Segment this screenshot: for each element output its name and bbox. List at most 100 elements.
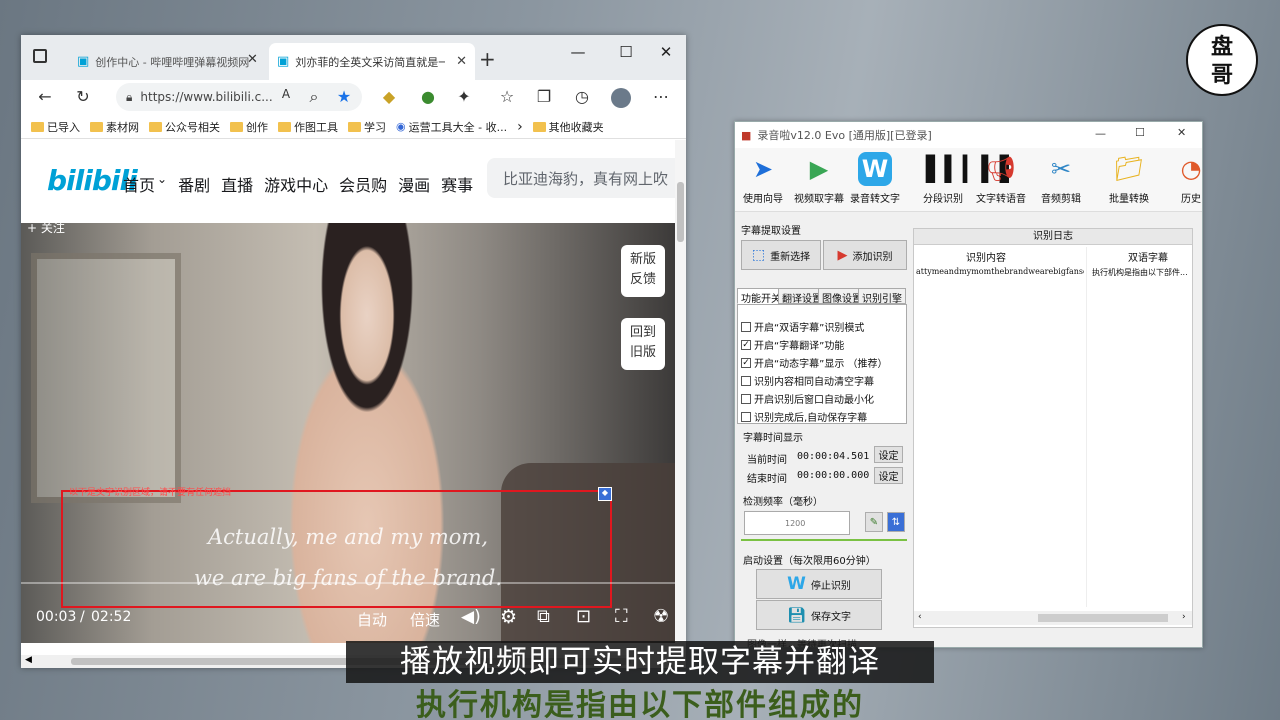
scroll-right-icon[interactable]: › bbox=[1182, 612, 1186, 622]
bookmark-create[interactable]: 创作 bbox=[230, 119, 268, 135]
tab-close-icon[interactable]: ✕ bbox=[456, 54, 467, 69]
frequency-input[interactable]: 1200 bbox=[744, 511, 850, 535]
save-text-button[interactable]: 💾︎ 保存文字 bbox=[756, 600, 882, 630]
read-aloud-icon[interactable]: A bbox=[275, 87, 297, 101]
fullscreen-icon[interactable]: ⛶ bbox=[615, 606, 628, 627]
url-field[interactable]: 🔒︎ https://www.bilibili.c... bbox=[116, 83, 362, 111]
tool-video-subtitle[interactable]: ▶ 视频取字幕 bbox=[791, 152, 847, 205]
zoom-icon[interactable]: ⌕ bbox=[303, 87, 325, 107]
close-button[interactable]: ✕ bbox=[651, 43, 681, 61]
bookmarks-overflow-icon[interactable]: › bbox=[517, 119, 523, 135]
back-to-old-version-button[interactable]: 回到 旧版 bbox=[621, 318, 665, 370]
option-checkbox[interactable]: 开启“双语字幕”识别模式 bbox=[741, 319, 864, 334]
new-version-feedback-button[interactable]: 新版 反馈 bbox=[621, 245, 665, 297]
tool-segment[interactable]: ▌▍▎▍▌ 分段识别 bbox=[915, 152, 1018, 205]
minimize-button[interactable]: — bbox=[563, 43, 593, 61]
checkbox-checked-icon[interactable]: ✓ bbox=[741, 357, 751, 368]
history-icon[interactable]: ◷ bbox=[571, 87, 593, 106]
tool-text-to-speech[interactable]: 📢︎ 文字转语音 bbox=[973, 152, 1029, 205]
option-checkbox[interactable]: ✓ 开启“字幕翻译”功能 bbox=[741, 337, 844, 352]
time-separator: / bbox=[80, 609, 85, 625]
nav-live[interactable]: 直播 bbox=[221, 172, 253, 196]
checkbox-empty-icon[interactable] bbox=[741, 375, 751, 386]
tab-video[interactable]: ▣ 刘亦菲的全英文采访简直就是一 ✕ bbox=[269, 43, 475, 80]
follow-button[interactable]: + 关注 bbox=[27, 219, 65, 236]
option-checkbox[interactable]: ✓ 开启“动态字幕”显示 （推荐） bbox=[741, 355, 888, 370]
back-icon[interactable]: ← bbox=[34, 87, 56, 106]
favorite-star-icon[interactable]: ★ bbox=[333, 87, 355, 106]
extension-icon[interactable]: ◆ bbox=[378, 87, 400, 106]
tab-creator-center[interactable]: ▣ 创作中心 - 哔哩哔哩弹幕视频网 bbox=[69, 43, 265, 80]
close-button[interactable]: ✕ bbox=[1177, 126, 1186, 139]
reselect-button[interactable]: ⬚ 重新选择 bbox=[741, 240, 821, 270]
settings-gear-icon[interactable]: ⚙ bbox=[500, 606, 517, 628]
tab-actions-icon[interactable] bbox=[33, 49, 47, 63]
column-header[interactable]: 识别内容 bbox=[966, 249, 1006, 264]
radiation-icon[interactable]: ☢ bbox=[653, 606, 669, 627]
tool-guide[interactable]: ➤ 使用向导 bbox=[735, 152, 791, 205]
stop-recognition-button[interactable]: W 停止识别 bbox=[756, 569, 882, 599]
widescreen-icon[interactable]: ⊡ bbox=[576, 606, 591, 627]
option-checkbox[interactable]: 开启识别后窗口自动最小化 bbox=[741, 391, 874, 406]
progress-bar[interactable] bbox=[21, 582, 675, 584]
bookmark-other[interactable]: 其他收藏夹 bbox=[532, 119, 604, 135]
column-header[interactable]: 双语字幕 bbox=[1128, 249, 1168, 264]
region-lock-icon[interactable]: ◆ bbox=[598, 487, 612, 501]
nav-home[interactable]: 首页 bbox=[123, 172, 155, 196]
pip-icon[interactable]: ⧉ bbox=[537, 606, 550, 627]
nav-manga[interactable]: 漫画 bbox=[398, 172, 430, 196]
tool-audio-to-text[interactable]: W 录音转文字 bbox=[847, 152, 903, 205]
tab-recognition-engine[interactable]: 识别引擎 bbox=[858, 288, 906, 305]
checkbox-checked-icon[interactable]: ✓ bbox=[741, 339, 751, 350]
ocr-region-frame[interactable] bbox=[61, 490, 612, 608]
bookmark-imported[interactable]: 已导入 bbox=[31, 119, 80, 135]
nav-mall[interactable]: 会员购 bbox=[339, 172, 387, 196]
edit-icon[interactable]: ✎ bbox=[865, 512, 883, 532]
bookmark-wechat[interactable]: 公众号相关 bbox=[149, 119, 220, 135]
collections-icon[interactable]: ❐ bbox=[533, 87, 555, 106]
scroll-left-icon[interactable]: ‹ bbox=[918, 612, 922, 622]
log-horizontal-scrollbar[interactable]: ‹ › bbox=[914, 611, 1192, 625]
extensions-puzzle-icon[interactable]: ✦ bbox=[453, 87, 475, 106]
checkbox-empty-icon[interactable] bbox=[741, 321, 751, 332]
bookmark-study[interactable]: 学习 bbox=[348, 119, 386, 135]
maximize-button[interactable]: ☐ bbox=[611, 43, 641, 61]
favorites-icon[interactable]: ☆ bbox=[496, 87, 518, 106]
scroll-thumb[interactable] bbox=[677, 182, 684, 242]
option-checkbox[interactable]: 识别完成后,自动保存字幕 bbox=[741, 409, 867, 424]
checkbox-empty-icon[interactable] bbox=[741, 393, 751, 404]
option-checkbox[interactable]: 识别内容相同自动清空字幕 bbox=[741, 373, 874, 388]
scroll-thumb[interactable] bbox=[1038, 614, 1168, 622]
speed-button[interactable]: 倍速 bbox=[410, 609, 440, 630]
new-tab-button[interactable]: + bbox=[479, 47, 496, 71]
set-end-time-button[interactable]: 设定 bbox=[874, 467, 903, 484]
tool-audio-cut[interactable]: ✂ 音频剪辑 bbox=[1033, 152, 1089, 205]
set-current-time-button[interactable]: 设定 bbox=[874, 446, 903, 463]
tool-history[interactable]: ◔ 历史 bbox=[1163, 152, 1202, 205]
site-search-input[interactable]: 比亚迪海豹，真有网上吹 bbox=[487, 158, 686, 198]
swap-icon[interactable]: ⇅ bbox=[887, 512, 905, 532]
video-player[interactable]: + 关注 新版 反馈 回到 旧版 以下是文字识别区域，请不要有任何遮挡 ◆ Ac… bbox=[21, 221, 675, 643]
nav-anime[interactable]: 番剧 bbox=[178, 172, 210, 196]
extension-globe-icon[interactable]: ● bbox=[417, 87, 439, 106]
profile-avatar[interactable] bbox=[611, 88, 631, 108]
log-row[interactable]: attymeandmymomthebrandwearebigfansof 执行机… bbox=[914, 267, 1192, 281]
nav-esports[interactable]: 赛事 bbox=[441, 172, 473, 196]
volume-icon[interactable]: ◀︎) bbox=[461, 607, 481, 627]
scroll-left-icon[interactable]: ◀ bbox=[25, 655, 32, 665]
bookmark-ops-tools[interactable]: ◉ 运营工具大全 - 收... bbox=[396, 119, 507, 135]
bookmark-drawing-tools[interactable]: 作图工具 bbox=[278, 119, 338, 135]
refresh-icon[interactable]: ↻ bbox=[72, 87, 94, 106]
nav-games[interactable]: 游戏中心 bbox=[264, 172, 328, 196]
minimize-button[interactable]: — bbox=[1095, 127, 1106, 140]
chevron-down-icon[interactable]: ⌄ bbox=[157, 172, 167, 196]
bookmark-materials[interactable]: 素材网 bbox=[90, 119, 139, 135]
tab-close-icon[interactable]: ✕ bbox=[247, 52, 258, 67]
maximize-button[interactable]: ☐ bbox=[1135, 126, 1145, 139]
tool-batch-convert[interactable]: 📁︎ 批量转换 bbox=[1101, 152, 1157, 205]
add-recognition-button[interactable]: ▶ 添加识别 bbox=[823, 240, 907, 270]
more-menu-icon[interactable]: ⋯ bbox=[650, 87, 672, 106]
vertical-scrollbar[interactable] bbox=[675, 140, 686, 640]
checkbox-empty-icon[interactable] bbox=[741, 411, 751, 422]
auto-quality-button[interactable]: 自动 bbox=[357, 609, 387, 630]
